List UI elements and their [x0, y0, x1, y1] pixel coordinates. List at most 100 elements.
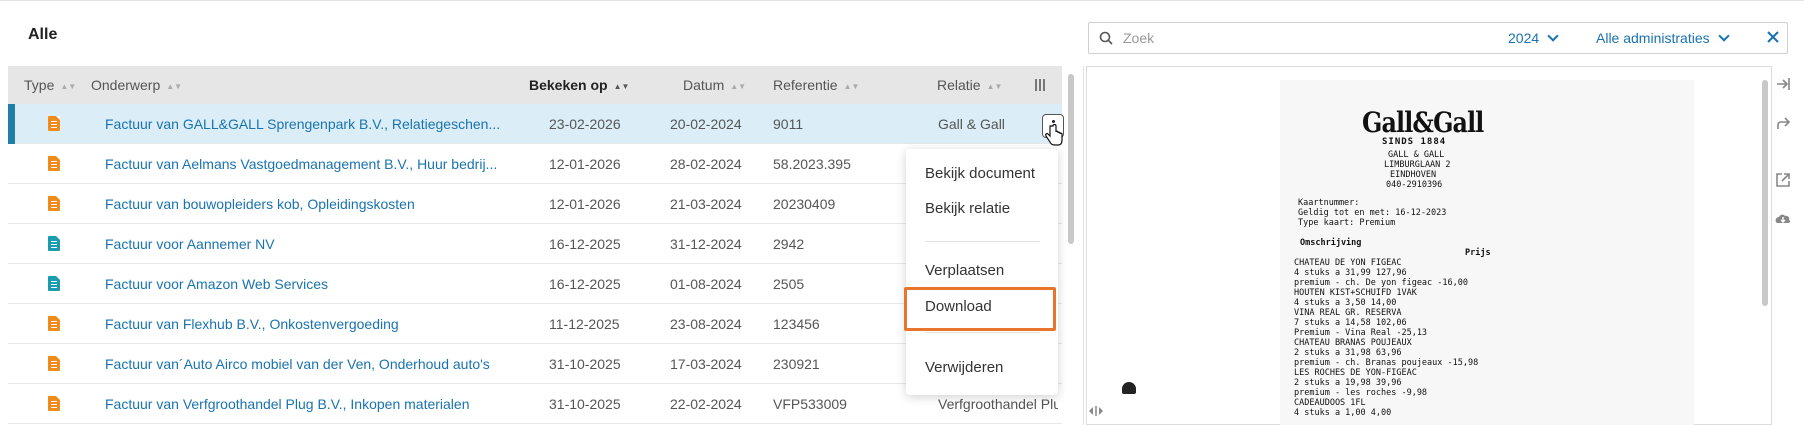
year-value: 2024	[1508, 30, 1540, 46]
search-input[interactable]	[1123, 23, 1463, 53]
menu-item-view-document[interactable]: Bekijk document	[925, 165, 1035, 182]
administration-select[interactable]: Alle administraties	[1596, 23, 1730, 53]
row-relation: Gall & Gall	[938, 116, 1005, 132]
receipt-line: 7 stuks a 14,58 102,06	[1294, 318, 1407, 328]
column-subject-label: Onderwerp	[91, 77, 161, 93]
row-date: 22-02-2024	[670, 396, 742, 412]
cloud-download-icon[interactable]	[1774, 210, 1796, 232]
document-overview: Alle Type ▲▼ Onderwerp ▲▼ Bekeken op ▲▼ Dat…	[0, 0, 1804, 425]
row-subject[interactable]: Factuur voor Aannemer NV	[105, 224, 525, 264]
sort-icon: ▲▼	[60, 82, 77, 91]
column-type[interactable]: Type ▲▼	[24, 66, 76, 104]
menu-divider	[925, 332, 1040, 333]
receipt-image: Gall&Gall SINDS 1884 GALL & GALL LIMBURGL…	[1280, 80, 1694, 425]
table-header: Type ▲▼ Onderwerp ▲▼ Bekeken op ▲▼ Datum ▲▼ …	[8, 66, 1062, 104]
receipt-line: VINA REAL GR. RESERVA	[1294, 308, 1402, 318]
receipt-line: GALL & GALL	[1388, 150, 1445, 160]
row-viewed-date: 31-10-2025	[549, 356, 621, 372]
row-viewed-date: 16-12-2025	[549, 276, 621, 292]
sort-desc-icon: ▲▼	[613, 82, 630, 91]
collapse-panel-icon[interactable]	[1774, 75, 1796, 97]
column-relation-label: Relatie	[937, 77, 981, 93]
receipt-line: Premium - Vina Real -25,13	[1294, 328, 1428, 338]
row-subject[interactable]: Factuur van Verfgroothandel Plug B.V., I…	[105, 384, 525, 424]
preview-scrollbar[interactable]	[1762, 80, 1768, 306]
menu-item-view-relation[interactable]: Bekijk relatie	[925, 200, 1010, 217]
receipt-line: Prijs	[1465, 248, 1491, 258]
column-reference[interactable]: Referentie ▲▼	[773, 66, 859, 104]
page-title: Alle	[28, 26, 58, 43]
download-highlight	[904, 287, 1056, 331]
sort-icon: ▲▼	[166, 82, 183, 91]
table-row[interactable]: Factuur van´Auto Airco mobiel van der Ve…	[8, 344, 1062, 384]
column-date[interactable]: Datum ▲▼	[683, 66, 746, 104]
row-date: 17-03-2024	[670, 356, 742, 372]
row-subject[interactable]: Factuur van Aelmans Vastgoedmanagement B…	[105, 144, 525, 184]
column-relation[interactable]: Relatie ▲▼	[937, 66, 1002, 104]
receipt-line: Omschrijving	[1300, 238, 1362, 248]
receipt-line: LES ROCHES DE YON-FIGEAC	[1294, 368, 1417, 378]
column-subject[interactable]: Onderwerp ▲▼	[91, 66, 182, 104]
receipt-logo: Gall&Gall	[1362, 106, 1484, 139]
table-row[interactable]: Factuur van Verfgroothandel Plug B.V., I…	[8, 384, 1062, 424]
row-date: 01-08-2024	[670, 276, 742, 292]
receipt-line: CHATEAU DE YON FIGEAC	[1294, 258, 1402, 268]
chevron-down-icon	[1547, 30, 1559, 42]
row-viewed-date: 12-01-2026	[549, 156, 621, 172]
open-external-icon[interactable]	[1774, 171, 1796, 193]
row-reference: 123456	[773, 316, 820, 332]
row-subject[interactable]: Factuur van bouwopleiders kob, Opleiding…	[105, 184, 525, 224]
receipt-line: 2 stuks a 31,98 63,96	[1294, 348, 1402, 358]
search-bar: 2024 Alle administraties	[1088, 22, 1788, 54]
receipt-line: 4 stuks a 31,99 127,96	[1294, 268, 1407, 278]
row-viewed-date: 23-02-2026	[549, 116, 621, 132]
sort-icon: ▲▼	[986, 82, 1003, 91]
invoice-icon	[48, 116, 60, 131]
receipt-mark	[1122, 382, 1136, 394]
top-divider	[0, 0, 1804, 1]
row-reference: VFP533009	[773, 396, 847, 412]
year-select[interactable]: 2024	[1508, 23, 1559, 53]
sales-invoice-icon	[48, 236, 60, 251]
column-date-label: Datum	[683, 77, 725, 93]
row-subject[interactable]: Factuur van Flexhub B.V., Onkostenvergoe…	[105, 304, 525, 344]
table-scrollbar[interactable]	[1068, 74, 1074, 244]
receipt-line: Geldig tot en met: 16-12-2023	[1298, 208, 1447, 218]
receipt-line: CADEAUDOOS 1FL	[1294, 398, 1366, 408]
receipt-line: LIMBURGLAAN 2	[1384, 160, 1451, 170]
row-subject[interactable]: Factuur van GALL&GALL Sprengenpark B.V.,…	[105, 104, 525, 144]
hand-cursor-icon	[1045, 124, 1063, 146]
receipt-line: EINDHOVEN	[1390, 170, 1437, 180]
row-context-menu: Bekijk document Bekijk relatie Verplaats…	[906, 149, 1058, 395]
receipt-line: 4 stuks a 3,50 14,00	[1294, 298, 1397, 308]
redo-icon[interactable]	[1774, 115, 1796, 137]
row-reference: 2505	[773, 276, 805, 292]
receipt-line: CHATEAU BRANAS POUJEAUX	[1294, 338, 1412, 348]
table-row[interactable]: Factuur van bouwopleiders kob, Opleiding…	[8, 184, 1062, 224]
menu-item-delete[interactable]: Verwijderen	[925, 359, 1003, 376]
receipt-line: Type kaart: Premium	[1298, 218, 1396, 228]
invoice-icon	[48, 356, 60, 371]
row-subject[interactable]: Factuur van´Auto Airco mobiel van der Ve…	[105, 344, 525, 384]
splitter	[1083, 66, 1084, 425]
receipt-line: premium - ch. Branas poujeaux -15,98	[1294, 358, 1479, 368]
receipt-line: premium - ch. De yon figeac -16,00	[1294, 278, 1468, 288]
table-row[interactable]: Factuur voor Aannemer NV 16-12-2025 31-12-…	[8, 224, 1062, 264]
receipt-line: 040-2910396	[1386, 180, 1443, 190]
close-icon[interactable]	[1765, 29, 1781, 45]
resize-handle-icon[interactable]	[1088, 405, 1104, 417]
row-viewed-date: 12-01-2026	[549, 196, 621, 212]
menu-item-move[interactable]: Verplaatsen	[925, 262, 1004, 279]
row-date: 20-02-2024	[670, 116, 742, 132]
table-row[interactable]: Factuur van Aelmans Vastgoedmanagement B…	[8, 144, 1062, 184]
sales-invoice-icon	[48, 276, 60, 291]
invoice-icon	[48, 156, 60, 171]
receipt-line: 4 stuks a 1,00 4,00	[1294, 408, 1392, 418]
table-row[interactable]: Factuur van GALL&GALL Sprengenpark B.V.,…	[8, 104, 1062, 144]
row-subject[interactable]: Factuur voor Amazon Web Services	[105, 264, 525, 304]
receipt-line: HOUTEN KIST+SCHUIFD 1VAK	[1294, 288, 1417, 298]
menu-divider	[925, 241, 1040, 242]
column-settings-icon[interactable]	[1035, 78, 1049, 92]
column-viewed[interactable]: Bekeken op ▲▼	[529, 66, 629, 104]
row-reference: 230921	[773, 356, 820, 372]
